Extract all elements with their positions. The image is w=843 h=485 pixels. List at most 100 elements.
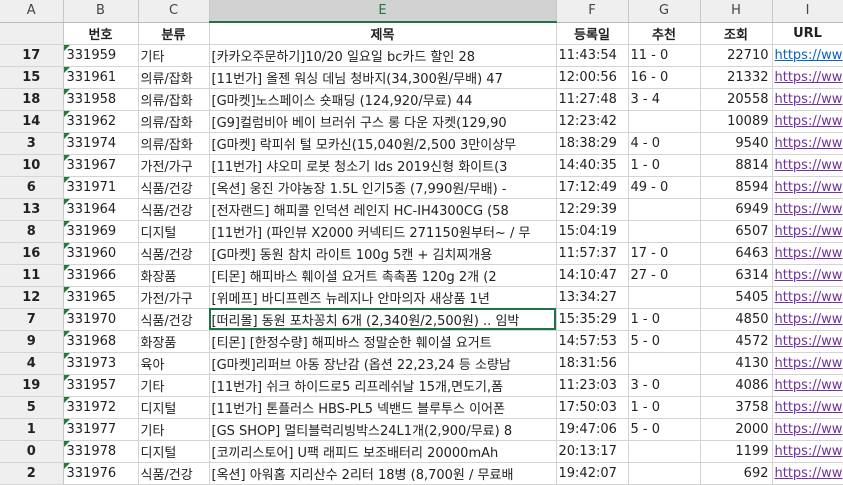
cell-no[interactable]: 331965: [63, 286, 139, 309]
cell-no[interactable]: 331972: [63, 396, 139, 419]
cell-recommend[interactable]: [628, 110, 701, 133]
cell-no[interactable]: 331976: [63, 462, 139, 485]
cell-no[interactable]: 331974: [63, 132, 139, 155]
column-header-A[interactable]: A: [0, 0, 64, 23]
cell-url[interactable]: https://ww: [772, 264, 843, 287]
cell-date[interactable]: 11:57:37: [556, 242, 629, 265]
cell-recommend[interactable]: [628, 462, 701, 485]
row-header[interactable]: 15: [0, 66, 64, 89]
cell-url[interactable]: https://ww: [772, 242, 843, 265]
cell-url[interactable]: https://ww: [772, 154, 843, 177]
cell-views[interactable]: 4850: [700, 308, 773, 331]
cell-category[interactable]: 가전/가구: [138, 286, 210, 309]
cell-views[interactable]: 8594: [700, 176, 773, 199]
cell-views[interactable]: 2000: [700, 418, 773, 441]
cell-category[interactable]: 식품/건강: [138, 176, 210, 199]
cell-url[interactable]: https://ww: [772, 220, 843, 243]
cell-title[interactable]: [G마켓] 동원 참치 라이트 100g 5캔 + 김치찌개용: [209, 242, 557, 265]
cell-url[interactable]: https://ww: [772, 110, 843, 133]
cell-category[interactable]: 육아: [138, 352, 210, 375]
cell-title[interactable]: [GS SHOP] 멀티블럭리빙박스24L1개(2,900/무료) 8: [209, 418, 557, 441]
cell-date[interactable]: 11:27:48: [556, 88, 629, 111]
cell-title[interactable]: [11번가] 톤플러스 HBS-PL5 넥밴드 블루투스 이어폰: [209, 396, 557, 419]
cell-title[interactable]: [11번가] 쉬크 하이드로5 리프레쉬날 15개,면도기,폼: [209, 374, 557, 397]
cell-recommend[interactable]: [628, 220, 701, 243]
cell-category[interactable]: 화장품: [138, 330, 210, 353]
row-header[interactable]: 18: [0, 88, 64, 111]
row-header[interactable]: 12: [0, 286, 64, 309]
row-header[interactable]: 19: [0, 374, 64, 397]
cell-recommend[interactable]: 1 - 0: [628, 308, 701, 331]
cell-title[interactable]: [떠리몰] 동원 포차꽁치 6개 (2,340원/2,500원) .. 임박: [209, 308, 557, 331]
cell-views[interactable]: 3758: [700, 396, 773, 419]
cell-recommend[interactable]: 1 - 0: [628, 396, 701, 419]
row-header[interactable]: 8: [0, 220, 64, 243]
cell-url[interactable]: https://ww: [772, 396, 843, 419]
cell-title[interactable]: [티몬] 해피바스 훼이셜 요거트 촉촉폼 120g 2개 (2: [209, 264, 557, 287]
cell-title[interactable]: [11번가] 샤오미 로봇 청소기 lds 2019신형 화이트(3: [209, 154, 557, 177]
cell-views[interactable]: 692: [700, 462, 773, 485]
cell-url[interactable]: https://ww: [772, 440, 843, 463]
cell-views[interactable]: 5405: [700, 286, 773, 309]
cell-no[interactable]: 331977: [63, 418, 139, 441]
cell-no[interactable]: 331969: [63, 220, 139, 243]
row-header[interactable]: 14: [0, 110, 64, 133]
cell-views[interactable]: 6507: [700, 220, 773, 243]
header-cell-date[interactable]: 등록일: [556, 22, 629, 45]
cell-title[interactable]: [옥션] 웅진 가야농장 1.5L 인기5종 (7,990원/무배) -: [209, 176, 557, 199]
column-header-F[interactable]: F: [556, 0, 629, 23]
cell-title[interactable]: [11번가] (파인뷰 X2000 커넥티드 271150원부터~ / 무: [209, 220, 557, 243]
cell-recommend[interactable]: [628, 440, 701, 463]
cell-title[interactable]: [G마켓] 락피쉬 털 모카신(15,040원/2,500 3만이상무: [209, 132, 557, 155]
cell-title[interactable]: [옥션] 아워홈 지리산수 2리터 18병 (8,700원 / 무료배: [209, 462, 557, 485]
cell-title[interactable]: [G9]컬럼비아 베이 브러쉬 구스 롱 다운 자켓(129,90: [209, 110, 557, 133]
cell-url[interactable]: https://ww: [772, 462, 843, 485]
cell-recommend[interactable]: 4 - 0: [628, 132, 701, 155]
cell-views[interactable]: 8814: [700, 154, 773, 177]
cell-no[interactable]: 331960: [63, 242, 139, 265]
cell-recommend[interactable]: 17 - 0: [628, 242, 701, 265]
cell-date[interactable]: 19:47:06: [556, 418, 629, 441]
cell-recommend[interactable]: 5 - 0: [628, 330, 701, 353]
row-header[interactable]: [0, 22, 64, 45]
cell-date[interactable]: 17:50:03: [556, 396, 629, 419]
header-cell-category[interactable]: 분류: [138, 22, 210, 45]
cell-date[interactable]: 19:42:07: [556, 462, 629, 485]
cell-recommend[interactable]: 1 - 0: [628, 154, 701, 177]
cell-date[interactable]: 11:23:03: [556, 374, 629, 397]
cell-category[interactable]: 식품/건강: [138, 242, 210, 265]
cell-category[interactable]: 의류/잡화: [138, 88, 210, 111]
column-header-E[interactable]: E: [209, 0, 557, 23]
row-header[interactable]: 7: [0, 308, 64, 331]
cell-category[interactable]: 가전/가구: [138, 154, 210, 177]
cell-category[interactable]: 식품/건강: [138, 462, 210, 485]
cell-title[interactable]: [카카오주문하기]10/20 일요일 bc카드 할인 28: [209, 44, 557, 67]
cell-views[interactable]: 22710: [700, 44, 773, 67]
cell-date[interactable]: 18:31:56: [556, 352, 629, 375]
cell-url[interactable]: https://ww: [772, 308, 843, 331]
cell-date[interactable]: 12:23:42: [556, 110, 629, 133]
header-cell-views[interactable]: 조회: [700, 22, 773, 45]
cell-views[interactable]: 1199: [700, 440, 773, 463]
cell-date[interactable]: 14:10:47: [556, 264, 629, 287]
cell-url[interactable]: https://ww: [772, 330, 843, 353]
cell-url[interactable]: https://ww: [772, 286, 843, 309]
cell-title[interactable]: [11번가] 올젠 워싱 데님 청바지(34,300원/무배) 47: [209, 66, 557, 89]
row-header[interactable]: 1: [0, 418, 64, 441]
row-header[interactable]: 9: [0, 330, 64, 353]
column-header-I[interactable]: I: [772, 0, 843, 23]
cell-url[interactable]: https://ww: [772, 44, 843, 67]
cell-title[interactable]: [G마켓]리퍼브 아동 장난감 (옵션 22,23,24 등 소량남: [209, 352, 557, 375]
cell-recommend[interactable]: 5 - 0: [628, 418, 701, 441]
cell-category[interactable]: 기타: [138, 374, 210, 397]
cell-category[interactable]: 디지털: [138, 220, 210, 243]
column-header-C[interactable]: C: [138, 0, 210, 23]
cell-no[interactable]: 331970: [63, 308, 139, 331]
header-cell-url[interactable]: URL: [772, 22, 843, 45]
cell-no[interactable]: 331967: [63, 154, 139, 177]
cell-views[interactable]: 10089: [700, 110, 773, 133]
cell-views[interactable]: 6314: [700, 264, 773, 287]
row-header[interactable]: 4: [0, 352, 64, 375]
cell-recommend[interactable]: 49 - 0: [628, 176, 701, 199]
cell-date[interactable]: 11:43:54: [556, 44, 629, 67]
